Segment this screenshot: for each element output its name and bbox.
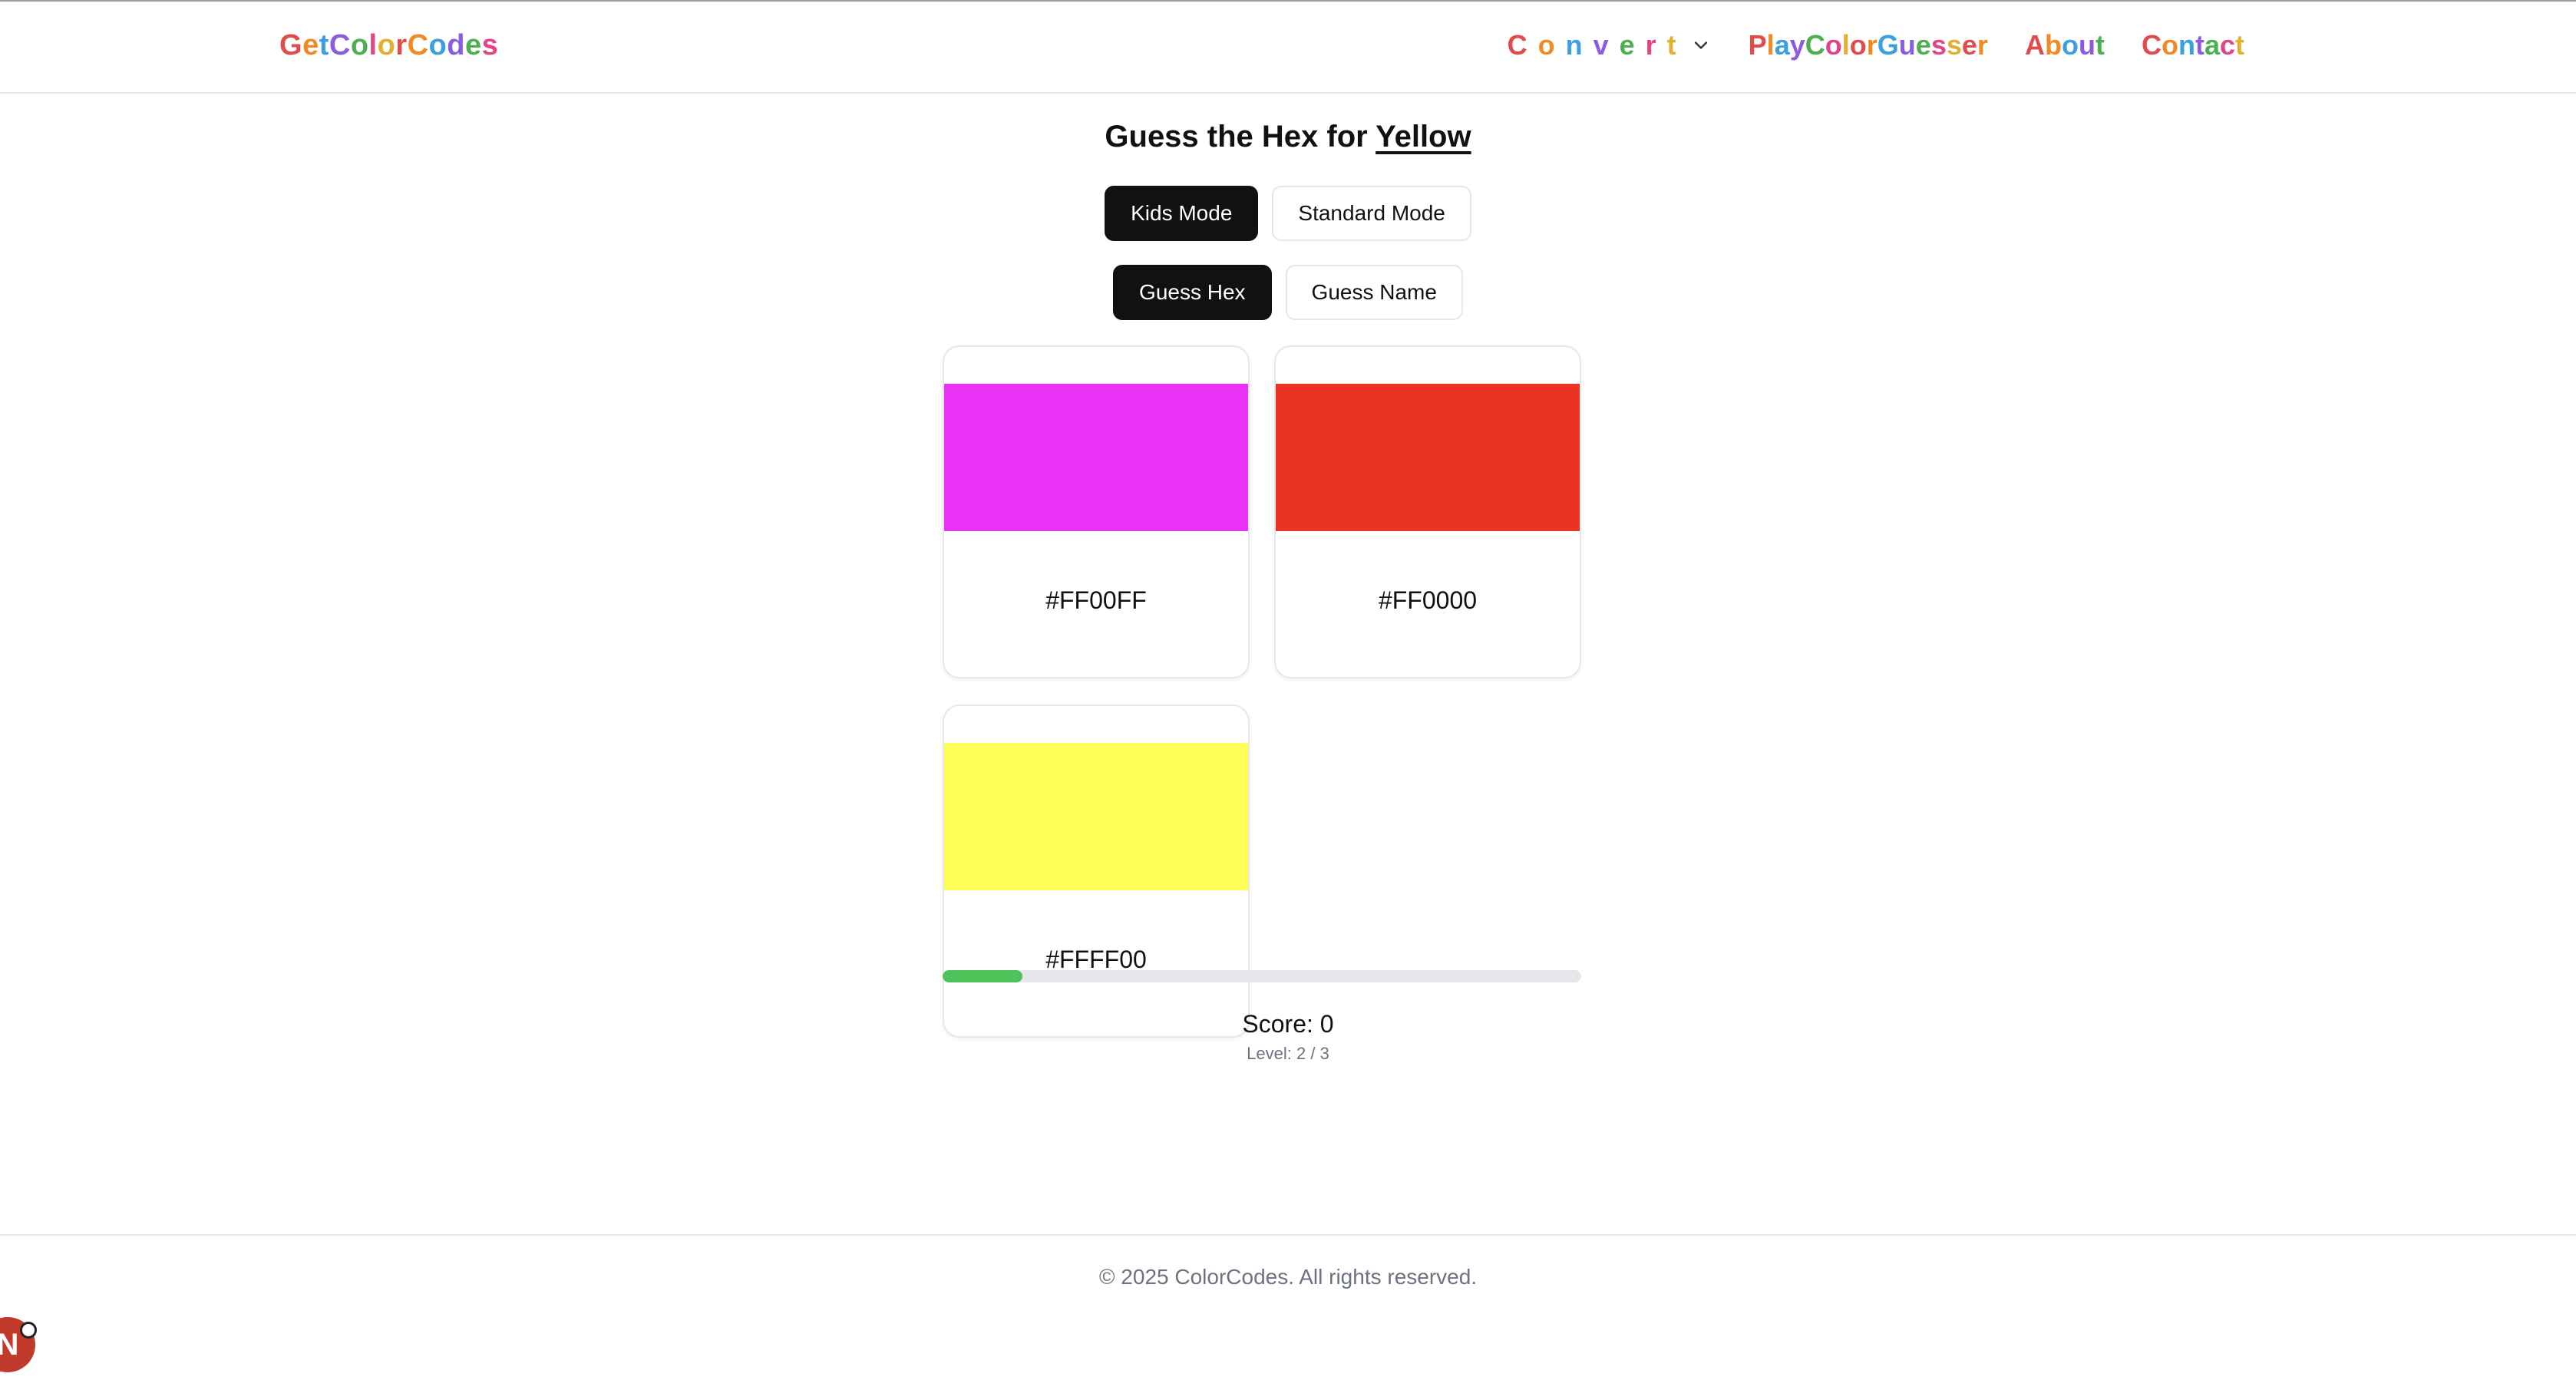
standard-mode-button[interactable]: Standard Mode xyxy=(1272,186,1471,241)
footer: © 2025 ColorCodes. All rights reserved. xyxy=(0,1234,2576,1380)
kids-mode-button[interactable]: Kids Mode xyxy=(1105,186,1259,241)
score-text: Score: 0 xyxy=(1242,1010,1334,1038)
guess-type-toggle: Guess Hex Guess Name xyxy=(0,265,2576,320)
nav-links: Convert PlayColorGuesser About Contact xyxy=(1508,29,2244,61)
mode-toggle: Kids Mode Standard Mode xyxy=(0,186,2576,241)
progress-fill xyxy=(943,970,1022,982)
logo-link[interactable]: GetColorCodes xyxy=(279,29,498,62)
navbar: GetColorCodes Convert PlayColorGuesser A… xyxy=(0,2,2576,94)
chevron-down-icon xyxy=(1694,41,1707,49)
target-color-name: Yellow xyxy=(1376,120,1471,154)
dev-tools-status-dot xyxy=(20,1322,37,1339)
title-prefix: Guess the Hex for xyxy=(1105,120,1368,154)
color-option-card[interactable]: #FF0000 xyxy=(1274,345,1581,678)
page-title: Guess the Hex for Yellow xyxy=(0,120,2576,154)
hex-label: #FF00FF xyxy=(1045,586,1147,614)
guess-name-button[interactable]: Guess Name xyxy=(1285,265,1463,320)
color-swatch xyxy=(944,384,1248,531)
copyright-text: © 2025 ColorCodes. All rights reserved. xyxy=(1098,1265,1478,1289)
level-progress-bar xyxy=(943,970,1581,982)
guess-hex-button[interactable]: Guess Hex xyxy=(1113,265,1272,320)
nav-about[interactable]: About xyxy=(2025,29,2105,61)
color-swatch xyxy=(1276,384,1580,531)
color-option-card[interactable]: #FF00FF xyxy=(943,345,1250,678)
level-text: Level: 2 / 3 xyxy=(1247,1044,1329,1063)
hex-label: #FF0000 xyxy=(1378,586,1478,614)
nav-convert-dropdown[interactable]: Convert xyxy=(1508,29,1712,61)
nav-contact[interactable]: Contact xyxy=(2142,29,2244,61)
nav-convert-label: Convert xyxy=(1507,29,1687,61)
color-option-card[interactable]: #FFFF00 xyxy=(943,705,1250,1038)
color-swatch xyxy=(944,743,1248,890)
nav-play-color-guesser[interactable]: PlayColorGuesser xyxy=(1749,29,1988,61)
